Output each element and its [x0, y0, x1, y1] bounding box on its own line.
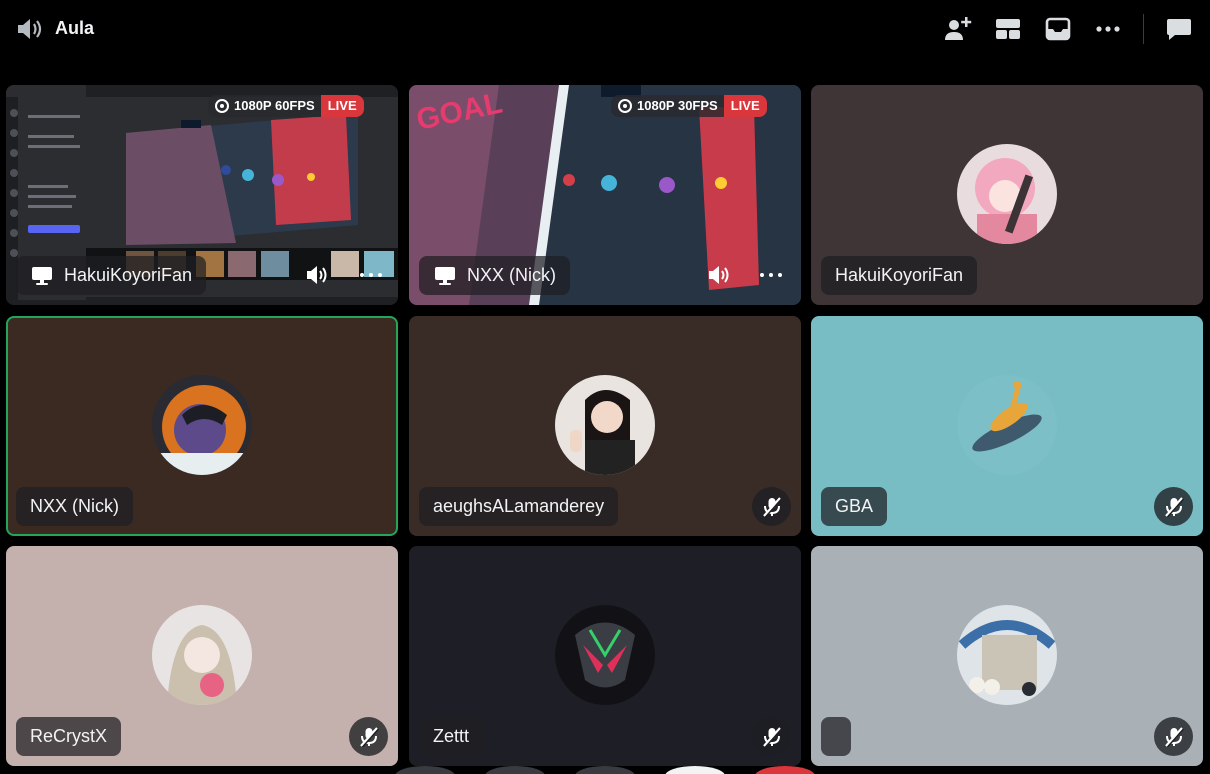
mic-button[interactable]: [665, 766, 725, 774]
participant-name-tag: HakuiKoyoriFan: [821, 256, 978, 295]
participant-name-tag: aeughsALamanderey: [419, 487, 619, 526]
mic-muted-icon: [1164, 726, 1184, 747]
muted-indicator: [1154, 717, 1193, 756]
participant-name-tag: [821, 717, 851, 756]
camera-button[interactable]: [395, 766, 455, 774]
participant-name-tag: NXX (Nick): [419, 256, 570, 295]
participant-tile[interactable]: [811, 546, 1203, 766]
stream-quality-badge: 1080P 30FPS LIVE: [611, 95, 767, 117]
muted-indicator: [349, 717, 388, 756]
live-badge: LIVE: [723, 95, 767, 117]
screen-share-icon: [435, 267, 455, 285]
channel-title: Aula: [55, 18, 95, 38]
participant-tile[interactable]: ReCrystX: [6, 546, 398, 766]
mic-muted-icon: [762, 726, 782, 747]
muted-indicator: [1154, 487, 1193, 526]
add-user-button[interactable]: [943, 14, 973, 44]
avatar: [555, 605, 655, 705]
participant-tile-speaking[interactable]: NXX (Nick): [6, 316, 398, 536]
avatar: [152, 375, 252, 475]
mic-muted-icon: [762, 496, 782, 517]
stream-more-icon[interactable]: [760, 264, 782, 286]
participant-name-tag: GBA: [821, 487, 888, 526]
participant-name-tag: HakuiKoyoriFan: [16, 256, 207, 295]
header: Aula: [0, 0, 1210, 58]
chat-icon: [1167, 19, 1191, 40]
avatar: [957, 375, 1057, 475]
stream-quality-badge: 1080P 60FPS LIVE: [208, 95, 364, 117]
stream-tile[interactable]: GOAL 1080P 30FPS LIVE NXX (Nick): [409, 85, 801, 305]
quality-icon: [215, 99, 229, 113]
screen-share-button[interactable]: [485, 766, 545, 774]
more-icon: [1096, 26, 1120, 32]
participant-name-tag: NXX (Nick): [16, 487, 133, 526]
activity-button[interactable]: [575, 766, 635, 774]
chat-button[interactable]: [1164, 14, 1194, 44]
stream-more-icon[interactable]: [360, 264, 382, 286]
participant-tile[interactable]: aeughsALamanderey: [409, 316, 801, 536]
layout-button[interactable]: [993, 14, 1023, 44]
avatar: [152, 605, 252, 705]
volume-icon[interactable]: [305, 263, 329, 287]
participant-name-tag: ReCrystX: [16, 717, 122, 756]
screen-share-icon: [32, 267, 52, 285]
avatar: [555, 375, 655, 475]
participant-tile[interactable]: HakuiKoyoriFan: [811, 85, 1203, 305]
speaker-icon: [18, 19, 42, 39]
header-divider: [1143, 14, 1144, 44]
mic-muted-icon: [1164, 496, 1184, 517]
participant-name-tag: Zettt: [419, 717, 484, 756]
add-user-icon: [945, 17, 972, 40]
quality-icon: [618, 99, 632, 113]
volume-icon[interactable]: [707, 263, 731, 287]
avatar: [957, 144, 1057, 244]
muted-indicator: [752, 717, 791, 756]
popout-icon: [1045, 17, 1071, 41]
live-badge: LIVE: [320, 95, 364, 117]
grid-layout-icon: [996, 19, 1020, 39]
disconnect-button[interactable]: [755, 766, 815, 774]
stream-tile[interactable]: 1080P 60FPS LIVE HakuiKoyoriFan: [6, 85, 398, 305]
popout-button[interactable]: [1043, 14, 1073, 44]
participant-tile[interactable]: Zettt: [409, 546, 801, 766]
muted-indicator: [752, 487, 791, 526]
participant-tile[interactable]: GBA: [811, 316, 1203, 536]
avatar: [957, 605, 1057, 705]
more-options-button[interactable]: [1093, 14, 1123, 44]
mic-muted-icon: [359, 726, 379, 747]
